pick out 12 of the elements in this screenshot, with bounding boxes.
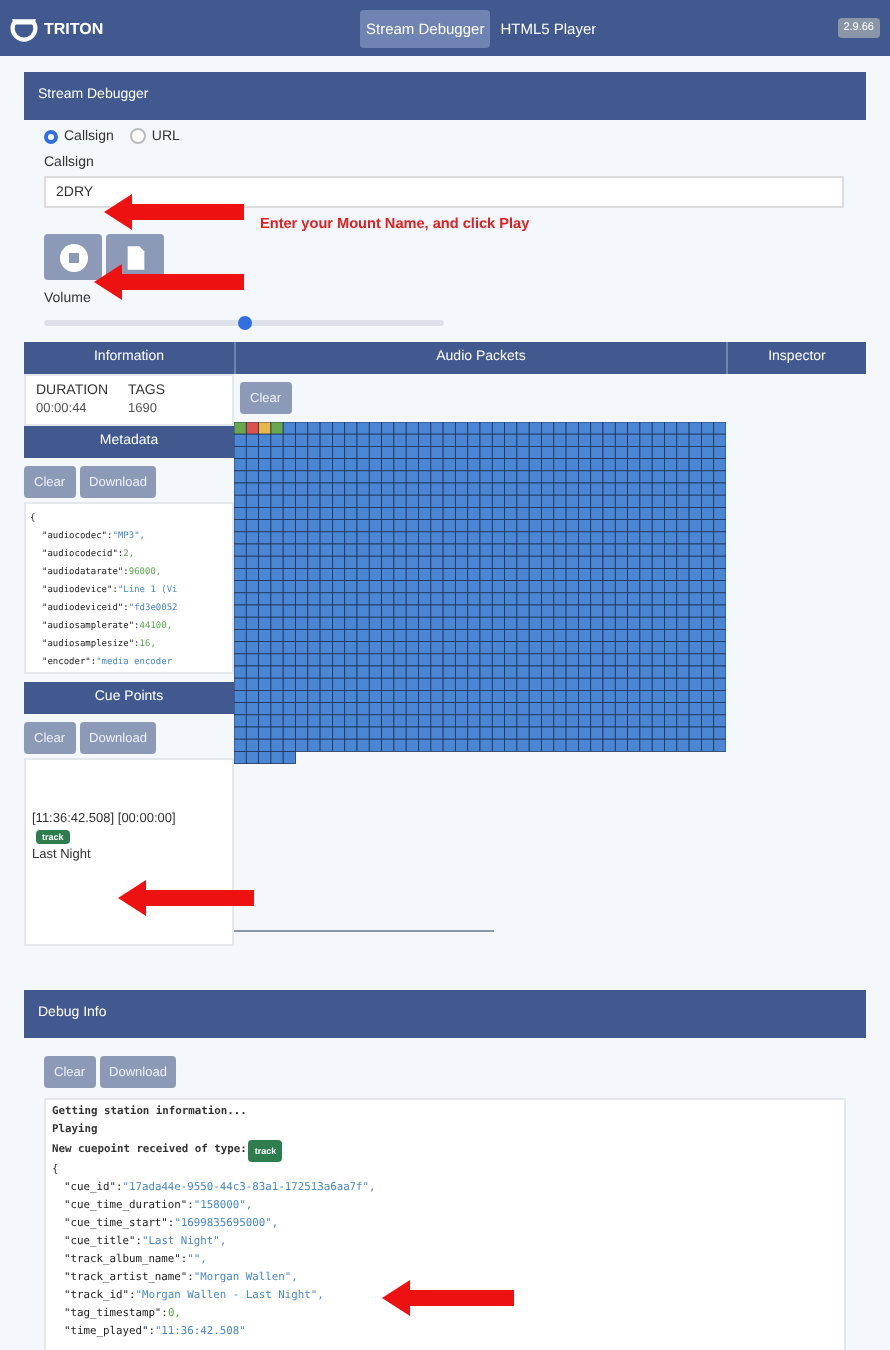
document-icon — [125, 245, 145, 269]
arrow-icon — [104, 194, 244, 230]
stop-icon — [59, 243, 87, 271]
stop-button[interactable] — [44, 234, 102, 280]
arrow-icon — [94, 264, 244, 300]
radio-button[interactable] — [129, 128, 146, 144]
logo-text: TRITON — [44, 19, 104, 37]
arrow-icon — [118, 880, 254, 916]
logo-icon — [10, 14, 38, 42]
radio-button[interactable] — [44, 129, 58, 143]
slider-thumb[interactable] — [238, 316, 252, 330]
arrow-icon — [382, 1280, 514, 1316]
